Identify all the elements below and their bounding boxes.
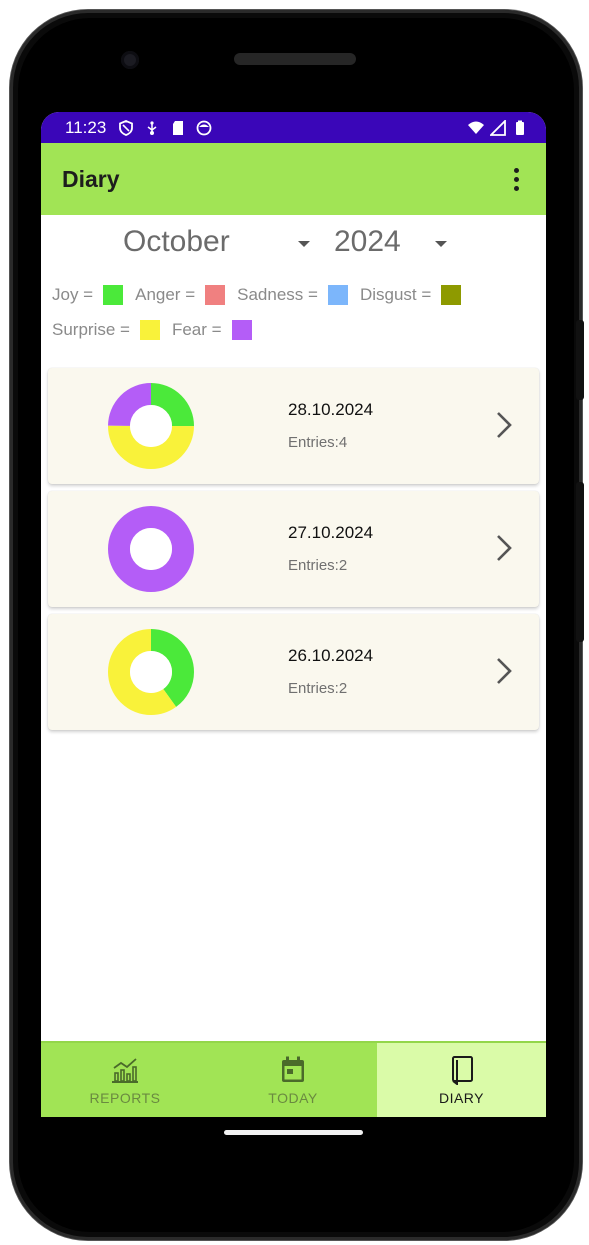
legend-swatch-fear xyxy=(231,319,252,340)
status-left-icons xyxy=(118,119,212,136)
month-value: October xyxy=(123,225,230,258)
screen: 11:23 Diary October 2024 Joy = Anger = S… xyxy=(41,112,546,1117)
donut-hole xyxy=(130,405,172,447)
entry-count: Entries:2 xyxy=(288,557,348,574)
legend-label: Joy = xyxy=(52,284,94,304)
legend-fear: Fear = xyxy=(171,319,252,340)
date-filters: October 2024 xyxy=(41,225,546,267)
earpiece-speaker xyxy=(234,53,356,65)
home-indicator[interactable] xyxy=(224,1130,363,1135)
power-button[interactable] xyxy=(576,320,584,400)
donut-hole xyxy=(130,528,172,570)
chevron-right-icon[interactable] xyxy=(494,533,514,563)
nav-label: REPORTS xyxy=(89,1089,161,1106)
legend-label: Anger = xyxy=(135,284,196,304)
legend-swatch-joy xyxy=(103,284,124,305)
legend-swatch-sadness xyxy=(327,284,348,305)
chart-icon xyxy=(112,1057,138,1083)
legend-label: Surprise = xyxy=(52,319,130,339)
legend-disgust: Disgust = xyxy=(359,284,462,305)
page-title: Diary xyxy=(62,165,120,192)
status-time: 11:23 xyxy=(65,117,107,137)
entry-date: 26.10.2024 xyxy=(288,646,374,665)
wifi-icon xyxy=(468,121,484,134)
bottom-navigation: REPORTS TODAY DIARY xyxy=(41,1041,546,1117)
diary-entry-card[interactable]: 28.10.2024 Entries:4 xyxy=(48,368,539,484)
nav-diary[interactable]: DIARY xyxy=(377,1043,546,1117)
nav-label: DIARY xyxy=(438,1089,485,1106)
diary-entry-list: 28.10.2024 Entries:4 27.10.2024 Entries:… xyxy=(48,368,539,737)
emotion-donut-chart xyxy=(108,383,194,469)
more-vert-icon[interactable] xyxy=(506,164,526,194)
usb-icon xyxy=(147,120,157,135)
legend-label: Fear = xyxy=(171,319,222,339)
front-camera xyxy=(121,51,139,69)
dropdown-arrow-icon xyxy=(298,241,310,247)
legend-joy: Joy = xyxy=(52,284,124,305)
month-dropdown[interactable]: October xyxy=(123,225,313,259)
donut-hole xyxy=(130,651,172,693)
legend-swatch-surprise xyxy=(139,319,160,340)
entry-date: 28.10.2024 xyxy=(288,400,374,419)
battery-icon xyxy=(516,120,524,135)
emotion-legend: Joy = Anger = Sadness = Disgust = Surpri… xyxy=(52,282,532,352)
status-right-icons xyxy=(468,119,528,136)
entry-date: 27.10.2024 xyxy=(288,523,374,542)
nav-today[interactable]: TODAY xyxy=(209,1043,377,1117)
legend-swatch-disgust xyxy=(441,284,462,305)
legend-anger: Anger = xyxy=(135,284,226,305)
year-dropdown[interactable]: 2024 xyxy=(334,225,447,259)
chevron-right-icon[interactable] xyxy=(494,656,514,686)
diary-entry-card[interactable]: 26.10.2024 Entries:2 xyxy=(48,614,539,730)
year-value: 2024 xyxy=(334,225,401,258)
sd-card-icon xyxy=(173,120,184,135)
legend-sadness: Sadness = xyxy=(237,284,348,305)
dropdown-arrow-icon xyxy=(435,241,447,247)
entry-count: Entries:2 xyxy=(288,680,348,697)
entry-count: Entries:4 xyxy=(288,434,348,451)
chevron-right-icon[interactable] xyxy=(494,410,514,440)
diary-entry-card[interactable]: 27.10.2024 Entries:2 xyxy=(48,491,539,607)
legend-surprise: Surprise = xyxy=(52,319,160,340)
calendar-icon xyxy=(282,1056,304,1082)
book-icon xyxy=(451,1055,473,1085)
emotion-donut-chart xyxy=(108,506,194,592)
legend-swatch-anger xyxy=(205,284,226,305)
nav-label: TODAY xyxy=(268,1089,318,1106)
nav-reports[interactable]: REPORTS xyxy=(41,1043,209,1117)
emotion-donut-chart xyxy=(108,629,194,715)
volume-button[interactable] xyxy=(576,482,584,642)
shield-icon xyxy=(119,119,134,136)
app-bar: Diary xyxy=(41,143,546,215)
legend-label: Sadness = xyxy=(237,284,318,304)
face-icon xyxy=(196,120,212,135)
status-bar: 11:23 xyxy=(41,112,546,143)
legend-label: Disgust = xyxy=(359,284,432,304)
signal-icon xyxy=(490,119,506,136)
